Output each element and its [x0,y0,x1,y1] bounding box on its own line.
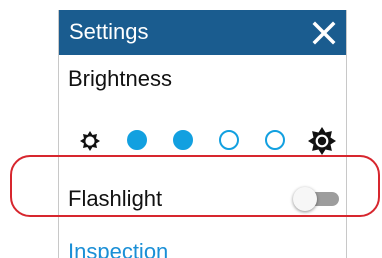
brightness-decrease-button[interactable] [79,130,101,152]
settings-panel: Settings Brightness Flashlight Inspectio… [58,10,347,258]
brightness-level-1[interactable] [127,130,147,150]
sun-filled-large-icon [308,127,336,155]
toggle-knob [293,187,317,211]
flashlight-label: Flashlight [68,186,163,211]
inspection-section-link[interactable]: Inspection [68,239,168,258]
brightness-increase-button[interactable] [307,126,337,156]
close-button[interactable] [306,15,342,51]
panel-title: Settings [69,19,149,44]
brightness-level-3[interactable] [219,130,239,150]
settings-header: Settings [59,10,346,55]
sun-outline-small-icon [80,131,100,151]
flashlight-toggle[interactable] [291,187,339,211]
screen: Settings Brightness Flashlight Inspectio… [0,0,382,258]
brightness-label: Brightness [68,66,172,91]
close-icon [312,21,336,45]
brightness-level-2[interactable] [173,130,193,150]
brightness-control [59,124,346,156]
brightness-level-4[interactable] [265,130,285,150]
